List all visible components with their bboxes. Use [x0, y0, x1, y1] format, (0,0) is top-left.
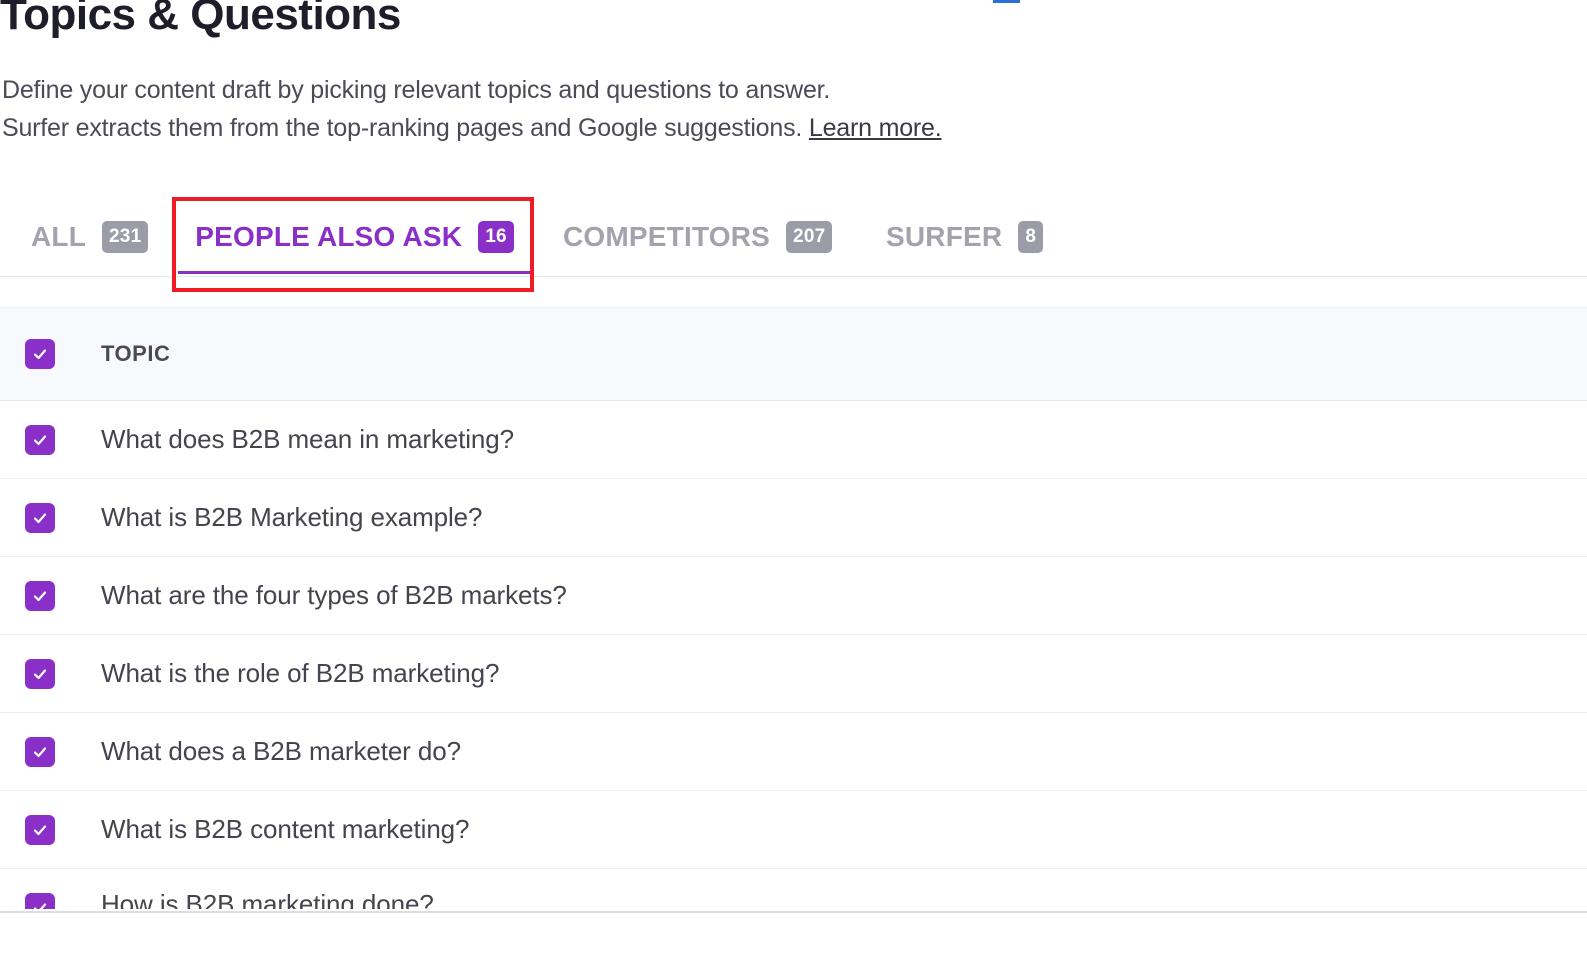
check-icon — [33, 824, 47, 835]
check-icon — [33, 590, 47, 601]
topics-table: TOPIC What does B2B mean in marketing? W… — [0, 307, 1587, 909]
tab-competitors[interactable]: COMPETITORS 207 — [563, 200, 833, 274]
row-topic-text: What are the four types of B2B markets? — [101, 580, 567, 610]
column-header-topic: TOPIC — [101, 341, 171, 366]
description-line-1: Define your content draft by picking rel… — [2, 76, 831, 104]
row-checkbox[interactable] — [25, 814, 55, 845]
row-topic-text: What does B2B mean in marketing? — [101, 424, 515, 454]
row-checkbox[interactable] — [25, 424, 55, 455]
tab-surfer-count-badge: 8 — [1018, 221, 1044, 253]
row-topic-text: What is the role of B2B marketing? — [101, 658, 500, 688]
check-icon — [33, 746, 47, 757]
table-row: What is B2B Marketing example? — [0, 479, 1587, 557]
table-row: What does a B2B marketer do? — [0, 713, 1587, 791]
row-checkbox[interactable] — [25, 658, 55, 689]
table-row: What are the four types of B2B markets? — [0, 557, 1587, 635]
tab-all[interactable]: ALL 231 — [31, 200, 149, 274]
select-all-checkbox[interactable] — [25, 339, 55, 369]
check-icon — [33, 349, 47, 360]
row-checkbox[interactable] — [25, 736, 55, 767]
tab-competitors-count-badge: 207 — [786, 221, 833, 253]
tab-competitors-label: COMPETITORS — [563, 221, 771, 252]
tab-surfer[interactable]: SURFER 8 — [886, 200, 1044, 274]
tab-people-also-ask-count-badge: 16 — [478, 221, 514, 253]
row-topic-text: What is B2B Marketing example? — [101, 502, 483, 532]
row-checkbox[interactable] — [25, 580, 55, 611]
table-header: TOPIC — [0, 307, 1587, 401]
table-row: How is B2B marketing done? — [0, 869, 1587, 909]
row-checkbox[interactable] — [25, 893, 55, 909]
row-topic-text: How is B2B marketing done? — [101, 889, 434, 909]
tab-all-count-badge: 231 — [102, 221, 149, 253]
page-title: Topics & Questions — [0, 0, 401, 39]
table-row: What is the role of B2B marketing? — [0, 635, 1587, 713]
description-line-2: Surfer extracts them from the top-rankin… — [2, 114, 942, 143]
row-topic-text: What does a B2B marketer do? — [101, 736, 461, 766]
learn-more-link[interactable]: Learn more. — [809, 114, 942, 142]
table-row: What does B2B mean in marketing? — [0, 401, 1587, 479]
tab-all-label: ALL — [31, 221, 87, 252]
check-icon — [33, 668, 47, 679]
check-icon — [33, 512, 47, 523]
description-line-2-text: Surfer extracts them from the top-rankin… — [2, 114, 803, 142]
row-checkbox[interactable] — [25, 502, 55, 533]
top-edge-marker — [993, 0, 1020, 3]
check-icon — [33, 434, 47, 445]
table-bottom-border — [0, 911, 1587, 913]
active-tab-underline — [178, 271, 531, 274]
tab-surfer-label: SURFER — [886, 221, 1003, 252]
row-topic-text: What is B2B content marketing? — [101, 814, 470, 844]
tab-people-also-ask-label: PEOPLE ALSO ASK — [195, 221, 463, 252]
tab-bar: ALL 231 PEOPLE ALSO ASK 16 COMPETITORS 2… — [0, 200, 1587, 277]
table-row: What is B2B content marketing? — [0, 791, 1587, 869]
check-icon — [33, 903, 47, 909]
tab-people-also-ask[interactable]: PEOPLE ALSO ASK 16 — [178, 200, 531, 274]
